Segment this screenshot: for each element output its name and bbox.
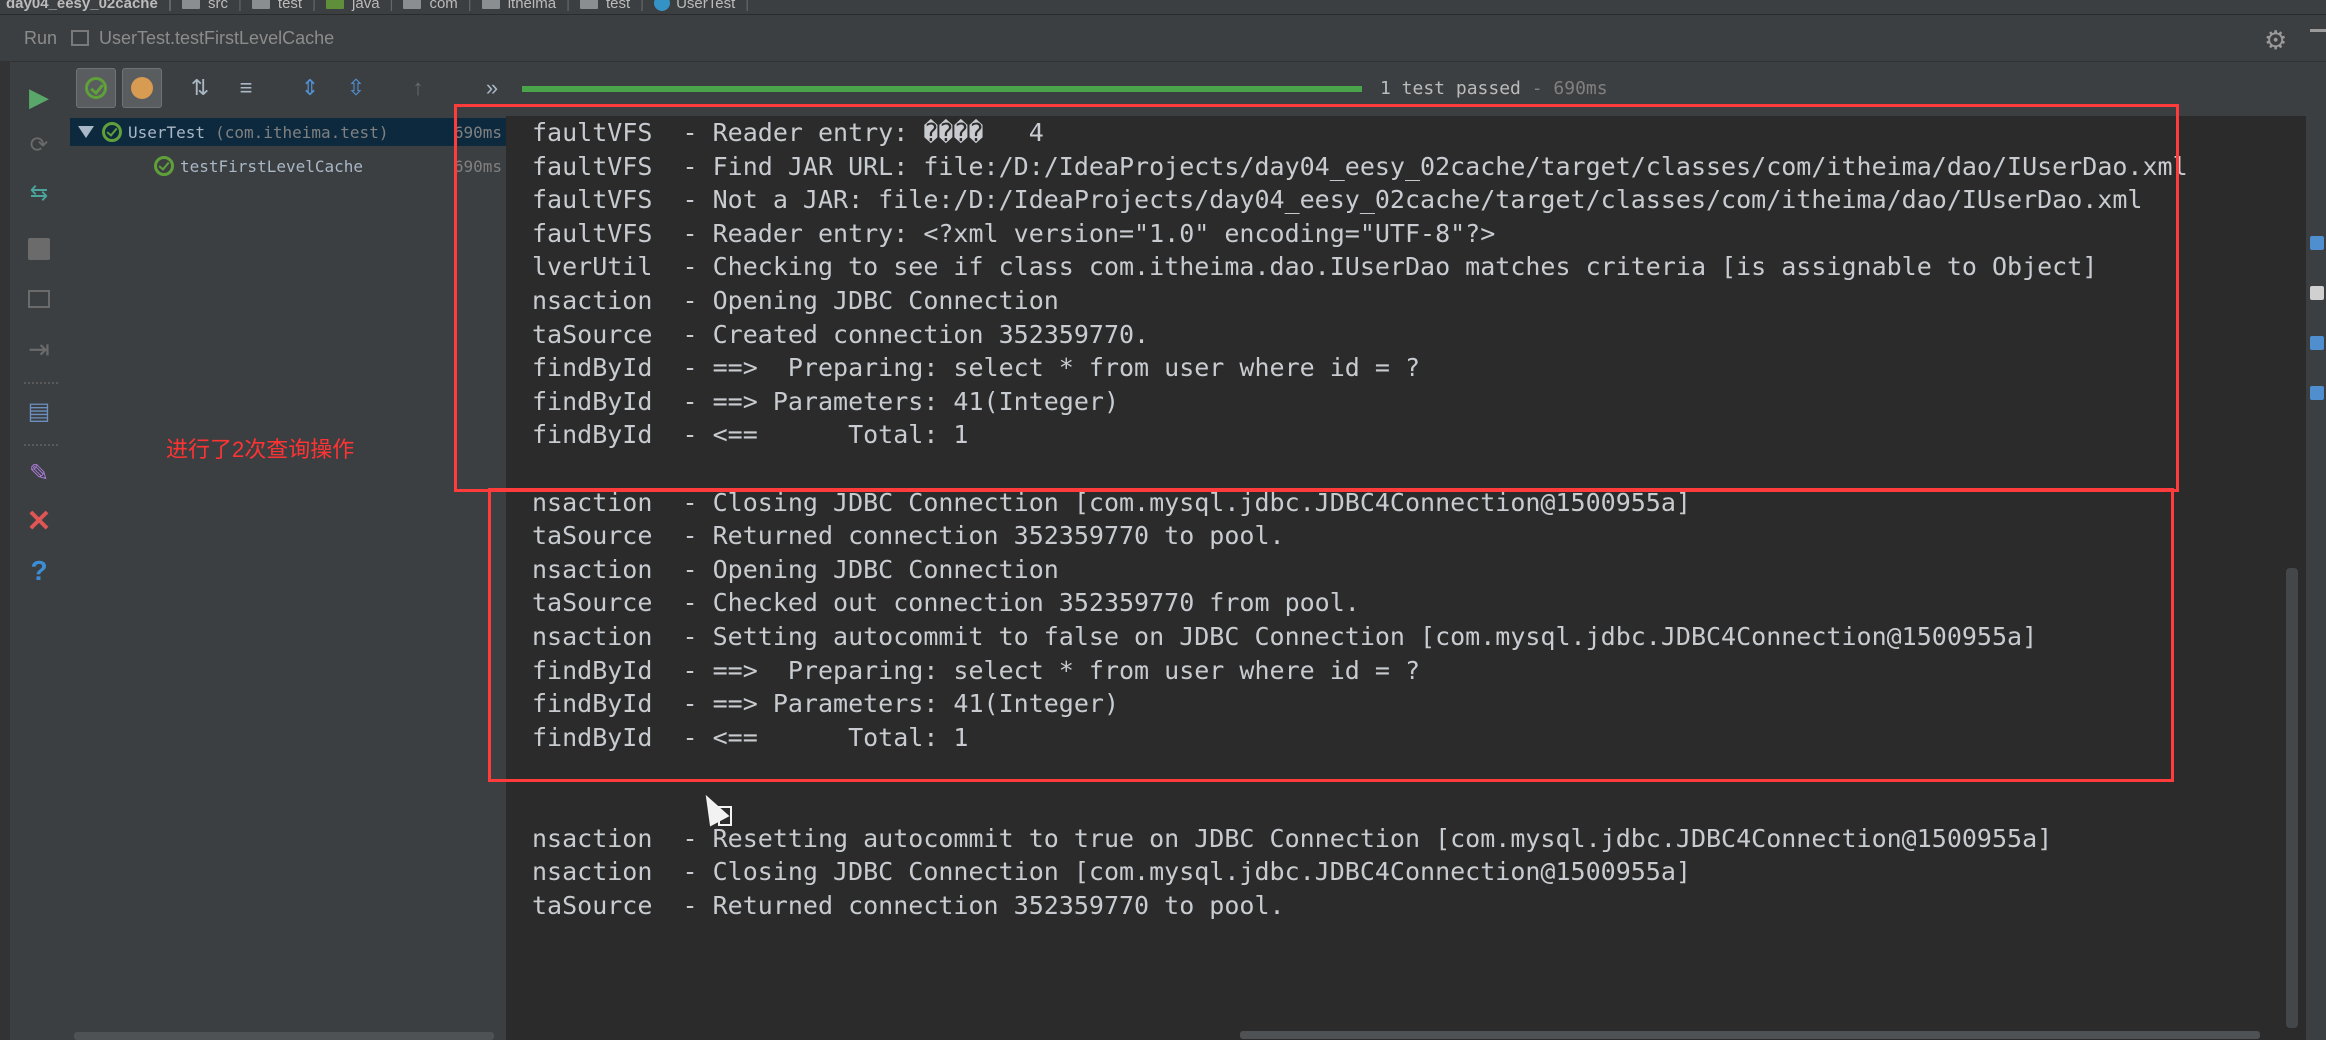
console-vertical-scrollbar[interactable] [2286,568,2298,1028]
breadcrumb-label: src [208,0,229,12]
run-label: Run [24,27,58,48]
package-icon [579,0,598,9]
separator [24,382,58,384]
expand-all-icon[interactable]: ⇕ [290,68,330,108]
breadcrumb-item-java[interactable]: java | [326,0,393,12]
test-status: 1 test passed - 690ms [1380,78,1608,99]
class-icon [654,0,671,11]
log-line: nsaction - Closing JDBC Connection [com.… [532,857,1691,887]
breadcrumb-item-com[interactable]: com | [403,0,472,12]
breadcrumb-item-test-package[interactable]: test | [579,0,644,12]
folder-icon [251,0,270,9]
breadcrumb-label: java [352,0,380,12]
breadcrumb-label: test [277,0,303,12]
annotation-text: 进行了2次查询操作 [166,437,355,462]
hide-icon[interactable] [2310,29,2326,46]
status-text: 1 test passed [1380,78,1521,99]
package-icon [403,0,422,9]
passed-icon [85,77,107,99]
test-class-package: (com.itheima.test) [215,122,389,142]
log-line: nsaction - Resetting autocommit to true … [532,823,2053,853]
tool-icon[interactable] [2310,236,2324,250]
breadcrumb-label: itheima [507,0,557,12]
tool-icon[interactable] [2310,336,2324,350]
breadcrumb-item-test[interactable]: test | [251,0,316,12]
show-ignored-toggle[interactable] [122,68,162,108]
test-passed-icon [154,156,174,176]
test-method-name: testFirstLevelCache [180,156,364,176]
run-title-bar: Run UserTest.testFirstLevelCache ⚙ [0,15,2326,62]
rerun-failed-icon[interactable]: ⟳ [22,128,56,162]
help-icon[interactable]: ? [22,554,56,588]
rerun-icon[interactable]: ▶ [22,80,56,114]
highlight-box-second-query [488,488,2174,782]
separator [24,444,58,446]
breadcrumb-label: com [429,0,458,12]
left-edge-strip [0,62,10,1040]
more-tools-button[interactable]: » [472,68,512,108]
pin-icon[interactable]: ✎ [22,456,56,490]
breadcrumb: day04_eesy_02cache | src | test | java | com… [0,0,2326,15]
status-time: 690ms [1553,78,1608,99]
java-folder-icon [326,0,345,9]
tree-node-usertest[interactable]: UserTest (com.itheima.test) 690ms [70,118,506,146]
right-tool-strip [2306,116,2326,1040]
busy-cursor-icon [718,806,732,826]
run-config-icon [71,30,90,46]
tool-icon[interactable] [2310,386,2324,400]
breadcrumb-item-itheima[interactable]: itheima | [481,0,570,12]
test-progress-fill [522,86,1362,92]
close-icon[interactable]: ✕ [22,504,56,538]
console-horizontal-scrollbar[interactable] [1240,1031,2260,1039]
collapse-all-icon[interactable]: ⇳ [336,68,376,108]
test-tree: UserTest (com.itheima.test) 690ms testFi… [70,116,508,1040]
log-line: taSource - Returned connection 352359770… [532,890,1285,920]
package-icon [481,0,500,9]
folder-icon [182,0,201,9]
breadcrumb-label: UserTest [676,0,736,12]
expand-arrow-icon[interactable] [78,126,94,138]
show-passed-toggle[interactable] [76,68,116,108]
layout-icon[interactable]: ▤ [22,394,56,428]
status-separator: - [1520,78,1554,99]
toggle-auto-test-icon[interactable]: ⇆ [22,176,56,210]
test-class-name: UserTest [128,122,206,142]
breadcrumb-label: day04_eesy_02cache [6,0,158,12]
run-side-toolbar: ▶ ⟳ ⇆ ⇥ ▤ ✎ ✕ ? [0,62,71,1040]
breadcrumb-label: test [605,0,631,12]
tree-horizontal-scrollbar[interactable] [74,1032,494,1040]
breadcrumb-item-usertest[interactable]: UserTest | [654,0,749,12]
test-progress-bar [522,86,1362,92]
sort-by-duration-icon[interactable]: ≡ [226,68,266,108]
breadcrumb-item-project[interactable]: day04_eesy_02cache | [6,0,172,12]
previous-failed-icon[interactable]: ↑ [398,68,438,108]
tree-node-testfirstlevelcache[interactable]: testFirstLevelCache 690ms [70,152,506,180]
ignored-icon [131,77,153,99]
gear-icon[interactable]: ⚙ [2264,25,2287,56]
highlight-box-first-query [454,104,2179,492]
sort-alphabetically-icon[interactable]: ⇅ [180,68,220,108]
tool-icon[interactable] [2310,286,2324,300]
test-passed-icon [102,122,122,142]
breadcrumb-item-src[interactable]: src | [182,0,242,12]
export-icon[interactable]: ⇥ [22,332,56,366]
dump-threads-icon[interactable] [22,282,56,316]
run-config-name[interactable]: UserTest.testFirstLevelCache [99,28,334,49]
stop-icon[interactable] [22,232,56,266]
